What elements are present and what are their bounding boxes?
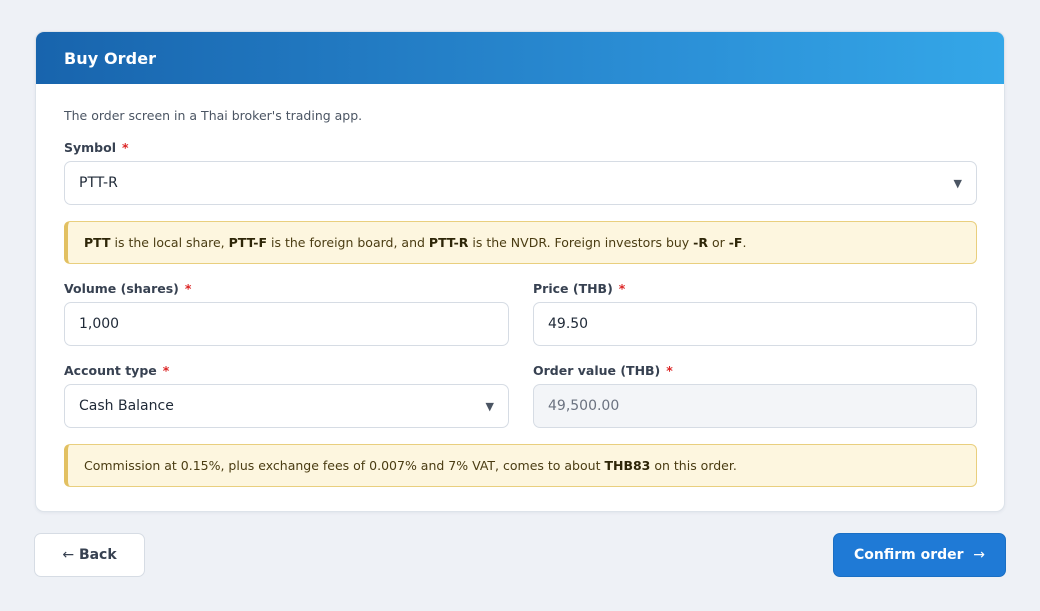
buy-order-card: Buy Order The order screen in a Thai bro…: [35, 31, 1005, 512]
symbol-select[interactable]: PTT-R ▼: [64, 161, 977, 205]
account-type-select-value: Cash Balance: [79, 398, 174, 414]
order-value-label-text: Order value (THB): [533, 363, 661, 378]
chevron-down-icon: ▼: [953, 176, 962, 190]
required-mark: *: [122, 140, 129, 155]
confirm-order-button-label: Confirm order: [853, 547, 964, 563]
price-input-value: 49.50: [548, 316, 589, 332]
back-button-label: Back: [78, 547, 117, 563]
order-value-field: 49,500.00: [533, 384, 977, 428]
confirm-order-button[interactable]: Confirm order →: [833, 533, 1006, 577]
arrow-left-icon: ←: [62, 547, 75, 563]
order-value-label: Order value (THB) *: [533, 363, 673, 378]
symbol-label: Symbol *: [64, 140, 129, 155]
arrow-right-icon: →: [973, 547, 986, 563]
fees-info-text: Commission at 0.15%, plus exchange fees …: [84, 458, 737, 473]
required-mark: *: [666, 363, 673, 378]
required-mark: *: [162, 363, 170, 378]
symbol-info-text: PTT is the local share, PTT-F is the for…: [84, 235, 747, 250]
required-mark: *: [184, 281, 192, 296]
chevron-down-icon: ▼: [485, 399, 494, 413]
fees-info-note: Commission at 0.15%, plus exchange fees …: [64, 444, 977, 487]
account-type-select[interactable]: Cash Balance ▼: [64, 384, 509, 428]
volume-label-text: Volume (shares): [64, 281, 179, 296]
volume-input-value: 1,000: [79, 316, 120, 332]
volume-label: Volume (shares) *: [64, 281, 191, 296]
order-value-field-value: 49,500.00: [548, 398, 620, 414]
symbol-info-note: PTT is the local share, PTT-F is the for…: [64, 221, 977, 264]
back-button[interactable]: ← Back: [34, 533, 145, 577]
required-mark: *: [618, 281, 626, 296]
volume-input[interactable]: 1,000: [64, 302, 509, 346]
price-label: Price (THB) *: [533, 281, 625, 296]
price-label-text: Price (THB): [533, 281, 613, 296]
card-header: Buy Order: [36, 32, 1004, 84]
symbol-select-value: PTT-R: [79, 175, 118, 191]
card-subtitle: The order screen in a Thai broker's trad…: [64, 108, 363, 123]
price-input[interactable]: 49.50: [533, 302, 977, 346]
card-title: Buy Order: [64, 48, 157, 68]
account-type-label: Account type *: [64, 363, 169, 378]
symbol-label-text: Symbol: [64, 140, 116, 155]
account-type-label-text: Account type: [64, 363, 157, 378]
